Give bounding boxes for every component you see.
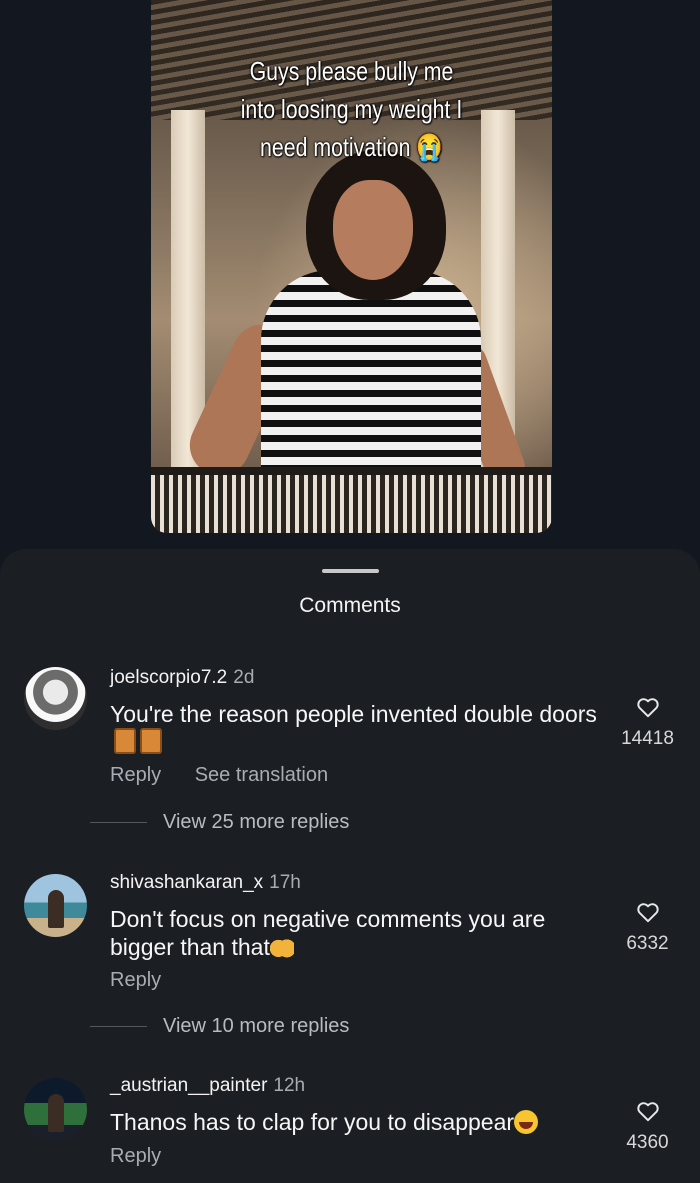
comment-time: 2d — [233, 667, 255, 688]
avatar[interactable] — [24, 1078, 87, 1141]
sheet-title: Comments — [299, 594, 401, 617]
like-count: 6332 — [626, 933, 669, 954]
door-emoji-icon — [140, 728, 162, 754]
comments-sheet: Comments joelscorpio7.2 2d You're the rea… — [0, 549, 700, 1183]
drag-handle[interactable] — [322, 569, 379, 573]
post-image[interactable]: Guys please bully me into loosing my wei… — [151, 0, 552, 533]
face — [333, 180, 413, 280]
heart-icon[interactable] — [635, 694, 661, 720]
reply-button[interactable]: Reply — [110, 969, 161, 991]
comment-time: 17h — [269, 872, 301, 893]
comment-text: Don't focus on negative comments you are… — [110, 905, 610, 961]
comment-text: You're the reason people invented double… — [110, 700, 610, 756]
comment-actions: Reply — [110, 1145, 189, 1168]
raised-hands-emoji-icon — [269, 934, 294, 958]
comment-actions: Reply — [110, 969, 189, 992]
view-replies-label[interactable]: View 10 more replies — [163, 1015, 349, 1037]
username[interactable]: joelscorpio7.2 — [110, 667, 227, 688]
comment-actions: Reply See translation — [110, 764, 356, 787]
door-emoji-icon — [114, 728, 136, 754]
comment-body: You're the reason people invented double… — [110, 701, 597, 727]
post-caption: Guys please bully me into loosing my wei… — [240, 56, 463, 162]
comment-body: Thanos has to clap for you to disappear — [110, 1109, 515, 1135]
comment-time: 12h — [273, 1075, 306, 1096]
heart-icon[interactable] — [635, 899, 661, 925]
comment-body: Don't focus on negative comments you are… — [110, 906, 546, 960]
avatar[interactable] — [24, 874, 87, 937]
username[interactable]: shivashankaran_x — [110, 872, 263, 893]
comment-text: Thanos has to clap for you to disappear — [110, 1108, 610, 1136]
like-count: 14418 — [621, 728, 674, 749]
divider — [90, 1026, 147, 1028]
like-button[interactable]: 14418 — [610, 694, 685, 750]
railing — [151, 475, 552, 533]
comment-author[interactable]: shivashankaran_x 17h — [110, 872, 301, 894]
reply-button[interactable]: Reply — [110, 1145, 161, 1167]
avatar[interactable] — [24, 667, 87, 730]
view-replies-button[interactable]: View 25 more replies — [90, 811, 349, 834]
view-replies-label[interactable]: View 25 more replies — [163, 811, 349, 833]
username[interactable]: _austrian__painter — [110, 1075, 267, 1096]
comment-author[interactable]: _austrian__painter 12h — [110, 1075, 305, 1097]
divider — [90, 822, 147, 824]
reply-button[interactable]: Reply — [110, 764, 161, 786]
like-button[interactable]: 6332 — [610, 899, 685, 955]
view-replies-button[interactable]: View 10 more replies — [90, 1015, 349, 1038]
see-translation-button[interactable]: See translation — [195, 764, 328, 786]
like-button[interactable]: 4360 — [610, 1098, 685, 1154]
heart-icon[interactable] — [635, 1098, 661, 1124]
like-count: 4360 — [626, 1132, 669, 1153]
comment-author[interactable]: joelscorpio7.2 2d — [110, 667, 254, 689]
tears-of-joy-emoji-icon — [514, 1110, 539, 1134]
